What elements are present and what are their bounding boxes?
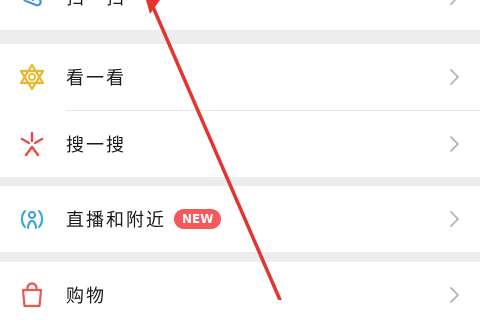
search-sparkle-icon xyxy=(16,128,48,160)
menu-item-label: 搜一搜 xyxy=(66,135,126,156)
menu-item-look[interactable]: 看一看 xyxy=(0,44,480,110)
chevron-right-icon xyxy=(446,285,462,305)
look-icon xyxy=(16,61,48,93)
menu-item-label: 购物 xyxy=(66,286,106,307)
menu-group-discover: 看一看 搜一搜 xyxy=(0,44,480,177)
menu-group-live: 直播和附近 NEW xyxy=(0,186,480,252)
menu-item-label: 直播和附近 xyxy=(66,210,166,231)
menu-item-scan[interactable]: 扫一扫 xyxy=(0,0,480,30)
menu-item-shopping[interactable]: 购物 xyxy=(0,262,480,328)
menu-item-live-nearby[interactable]: 直播和附近 NEW xyxy=(0,186,480,252)
chevron-right-icon xyxy=(446,67,462,87)
menu-group-scan: 扫一扫 xyxy=(0,0,480,30)
menu-group-shopping: 购物 xyxy=(0,262,480,328)
chevron-right-icon xyxy=(446,134,462,154)
shopping-bag-icon xyxy=(16,279,48,311)
scan-icon xyxy=(16,0,48,13)
chevron-right-icon xyxy=(446,209,462,229)
new-badge: NEW xyxy=(174,209,222,229)
live-nearby-icon xyxy=(16,203,48,235)
chevron-right-icon xyxy=(446,0,462,7)
menu-item-label: 扫一扫 xyxy=(66,0,126,10)
menu-item-label: 看一看 xyxy=(66,68,126,89)
menu-item-search[interactable]: 搜一搜 xyxy=(0,111,480,177)
